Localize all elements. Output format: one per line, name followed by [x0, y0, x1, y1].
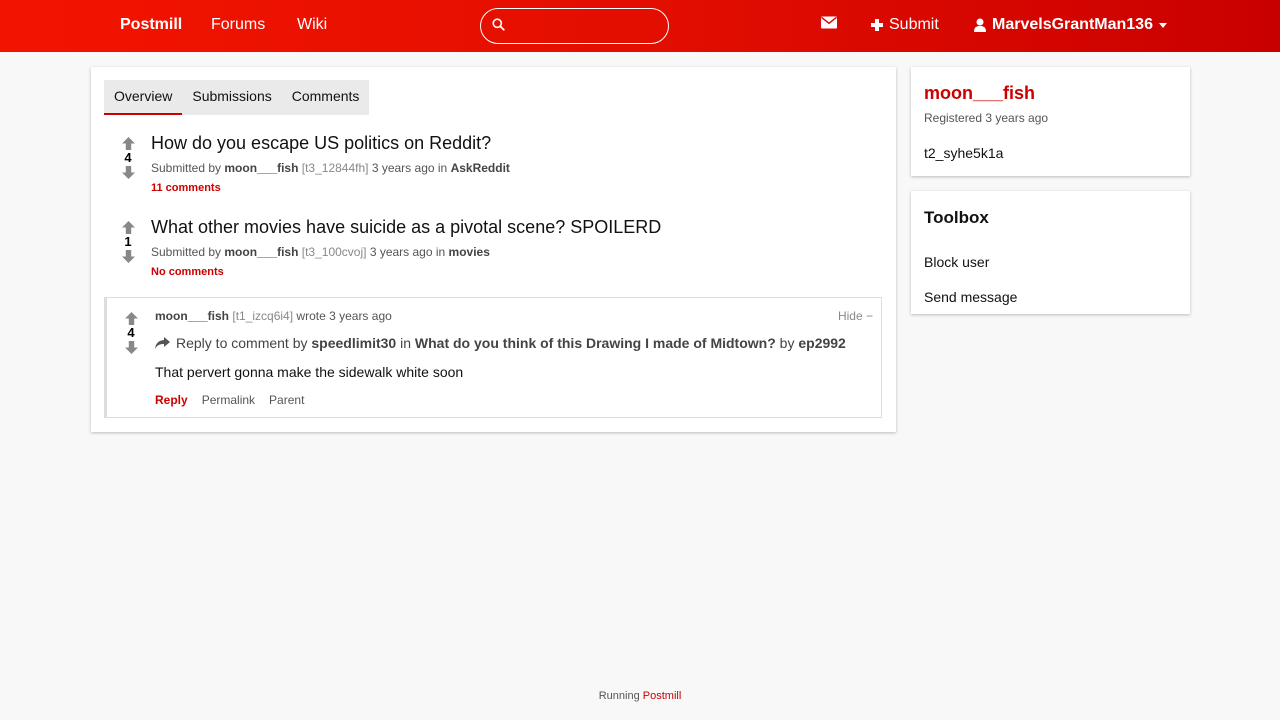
author-link[interactable]: moon___fish — [224, 161, 298, 175]
tab-overview[interactable]: Overview — [104, 80, 183, 115]
comment-author-link[interactable]: moon___fish — [155, 309, 229, 323]
plus-icon — [871, 19, 883, 31]
vote-box: 1 — [117, 221, 139, 263]
tab-submissions[interactable]: Submissions — [182, 80, 281, 115]
comments-link[interactable]: 11 comments — [151, 182, 221, 194]
post-author-link[interactable]: ep2992 — [798, 335, 845, 351]
permalink-button[interactable]: Permalink — [202, 393, 255, 407]
toolbox-title: Toolbox — [924, 208, 989, 227]
downvote-icon[interactable] — [121, 250, 135, 263]
block-user-button[interactable]: Block user — [924, 254, 989, 270]
footer-postmill-link[interactable]: Postmill — [643, 690, 682, 702]
submission-meta: Submitted by moon___fish [t3_12844fh] 3 … — [151, 161, 510, 175]
upvote-icon[interactable] — [121, 221, 135, 234]
comment-context: Reply to comment by speedlimit30 in What… — [155, 335, 846, 351]
submission-id: [t3_100cvoj] — [301, 245, 367, 259]
downvote-icon[interactable] — [124, 341, 138, 354]
author-link[interactable]: moon___fish — [224, 245, 298, 259]
nav-wiki-link[interactable]: Wiki — [297, 16, 327, 34]
forum-link[interactable]: movies — [449, 245, 490, 259]
reply-arrow-icon — [155, 337, 170, 349]
envelope-icon — [821, 16, 837, 29]
submission-time: 3 years ago in — [369, 245, 446, 259]
user-overview-card: Overview Submissions Comments 4 How do y… — [91, 67, 896, 432]
tab-comments[interactable]: Comments — [282, 80, 370, 115]
user-info-card: moon___fish Registered 3 years ago t2_sy… — [911, 67, 1190, 176]
comments-link[interactable]: No comments — [151, 266, 224, 278]
search-box[interactable] — [480, 8, 669, 44]
sidebar-username-link[interactable]: moon___fish — [924, 83, 1035, 104]
reply-button[interactable]: Reply — [155, 393, 188, 407]
submission-time: 3 years ago in — [371, 161, 448, 175]
post-title-link[interactable]: What do you think of this Drawing I made… — [415, 335, 776, 351]
submitted-by-label: Submitted by — [151, 161, 222, 175]
forum-link[interactable]: AskReddit — [451, 161, 510, 175]
comment-body: That pervert gonna make the sidewalk whi… — [155, 364, 464, 380]
username-label: MarvelsGrantMan136 — [992, 16, 1153, 33]
brand-link[interactable]: Postmill — [120, 16, 182, 34]
hide-comment-button[interactable]: Hide − — [838, 309, 873, 323]
submit-label: Submit — [889, 16, 939, 33]
comment-time: wrote 3 years ago — [296, 309, 392, 323]
comment-actions: Reply Permalink Parent — [155, 393, 304, 407]
footer-running-text: Running — [598, 690, 640, 702]
toolbox-card: Toolbox Block user Send message — [911, 191, 1190, 314]
submitted-by-label: Submitted by — [151, 245, 222, 259]
downvote-icon[interactable] — [121, 166, 135, 179]
comment-id: [t1_izcq6i4] — [232, 309, 294, 323]
user-icon — [974, 18, 986, 32]
parent-button[interactable]: Parent — [269, 393, 304, 407]
send-message-button[interactable]: Send message — [924, 289, 1017, 305]
score: 1 — [124, 234, 132, 249]
by-label: by — [779, 335, 795, 351]
score: 4 — [124, 150, 132, 165]
upvote-icon[interactable] — [124, 312, 138, 325]
search-icon — [492, 18, 505, 31]
reply-user-link[interactable]: speedlimit30 — [311, 335, 396, 351]
caret-down-icon — [1158, 22, 1167, 28]
submission-meta: Submitted by moon___fish [t3_100cvoj] 3 … — [151, 245, 490, 259]
profile-tabs: Overview Submissions Comments — [104, 80, 370, 115]
footer: Running Postmill — [0, 690, 1280, 702]
user-menu-button[interactable]: MarvelsGrantMan136 — [974, 16, 1167, 34]
submission-id: [t3_12844fh] — [301, 161, 369, 175]
comment-item: 4 moon___fish [t1_izcq6i4] wrote 3 years… — [104, 297, 882, 418]
registered-text: Registered 3 years ago — [924, 111, 1049, 125]
messages-button[interactable] — [821, 16, 837, 29]
top-navbar: Postmill Forums Wiki Submit MarvelsGrant… — [0, 0, 1280, 52]
score: 4 — [127, 325, 135, 340]
search-input[interactable] — [511, 15, 661, 37]
upvote-icon[interactable] — [121, 137, 135, 150]
reply-prefix: Reply to comment by — [176, 335, 308, 351]
nav-forums-link[interactable]: Forums — [211, 16, 265, 34]
in-label: in — [400, 335, 412, 351]
comment-meta: moon___fish [t1_izcq6i4] wrote 3 years a… — [155, 309, 392, 323]
vote-box: 4 — [120, 312, 142, 354]
vote-box: 4 — [117, 137, 139, 179]
submission-title-link[interactable]: What other movies have suicide as a pivo… — [151, 217, 661, 238]
submission-title-link[interactable]: How do you escape US politics on Reddit? — [151, 133, 491, 154]
user-id-text: t2_syhe5k1a — [924, 145, 1004, 161]
submit-button[interactable]: Submit — [871, 16, 939, 34]
